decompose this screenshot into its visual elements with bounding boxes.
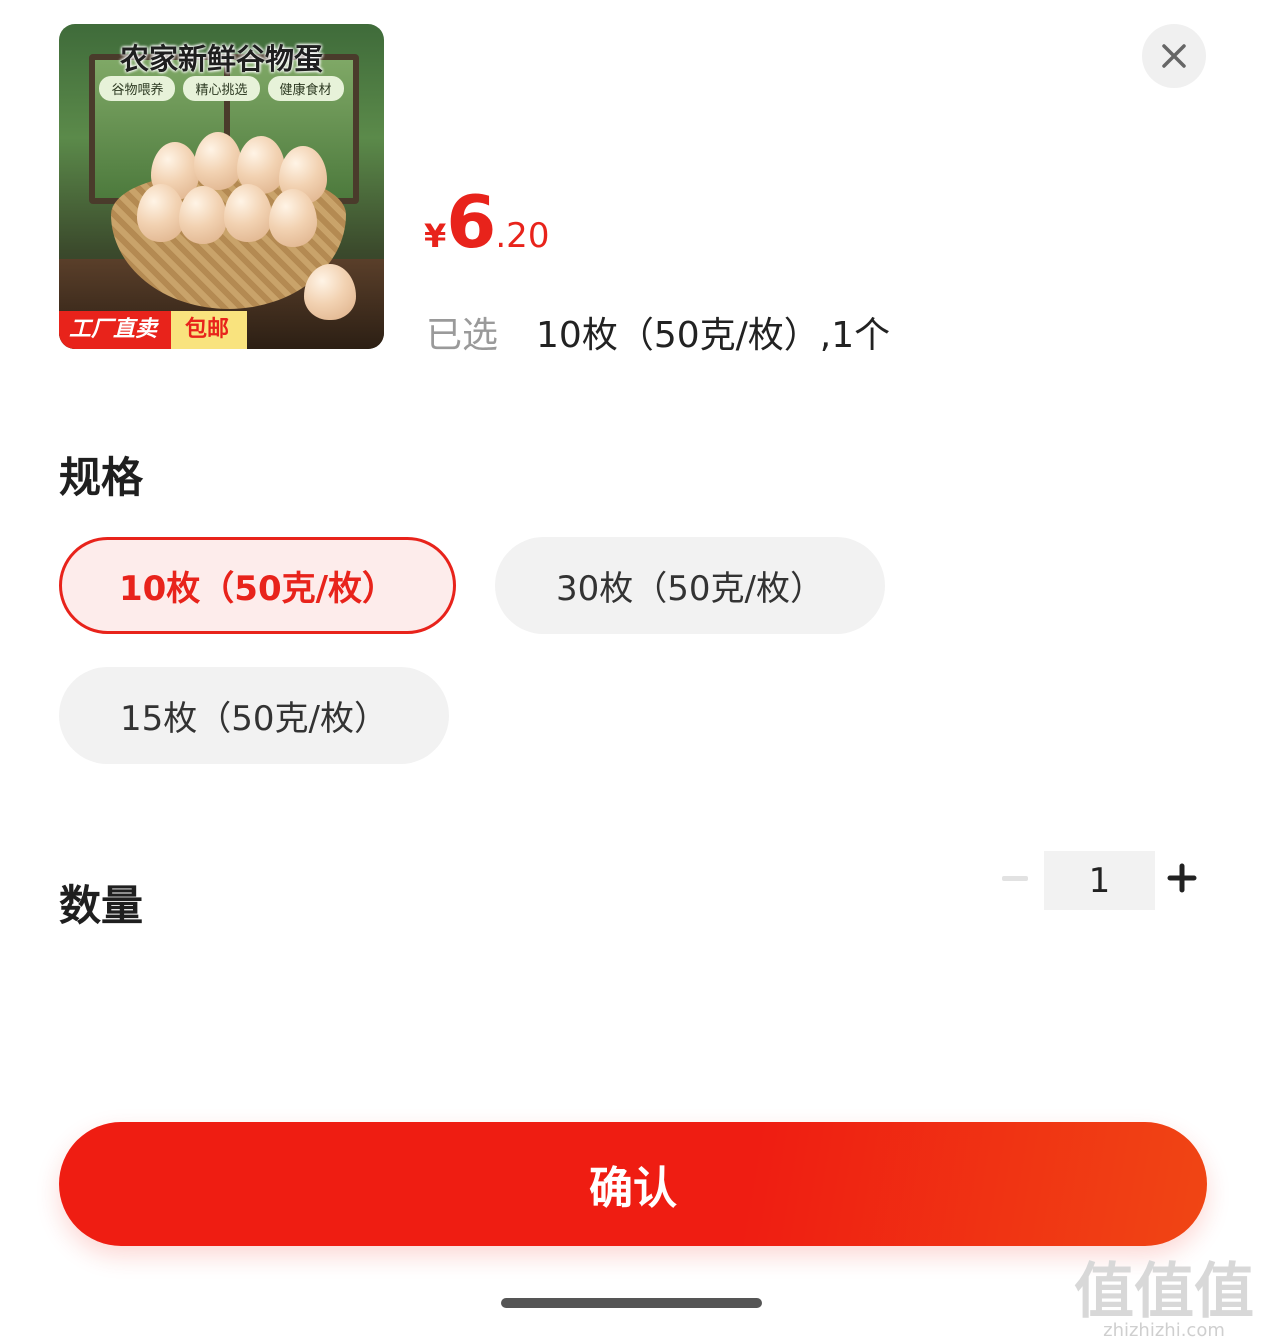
free-shipping-badge: 包邮 bbox=[171, 311, 248, 349]
price-currency: ¥ bbox=[424, 217, 447, 255]
egg-decor bbox=[269, 189, 317, 247]
factory-direct-badge: 工厂直卖 bbox=[59, 311, 172, 349]
image-tag: 谷物喂养 bbox=[99, 76, 176, 101]
spec-option-label: 30枚（50克/枚） bbox=[556, 569, 824, 609]
spec-option-30[interactable]: 30枚（50克/枚） bbox=[495, 537, 885, 634]
close-button[interactable] bbox=[1142, 24, 1206, 88]
image-tag: 健康食材 bbox=[267, 76, 344, 101]
quantity-increase-button[interactable] bbox=[1166, 862, 1198, 894]
spec-title: 规格 bbox=[59, 453, 144, 502]
close-icon bbox=[1162, 44, 1186, 68]
selected-summary: 已选 10枚（50克/枚）,1个 bbox=[426, 306, 890, 358]
watermark: 值值值 zhizhizhi.com bbox=[1074, 1262, 1254, 1340]
quantity-input[interactable]: 1 bbox=[1044, 851, 1155, 910]
plus-icon bbox=[1167, 863, 1197, 893]
image-tags: 谷物喂养 精心挑选 健康食材 bbox=[59, 76, 384, 101]
egg-decor bbox=[304, 264, 356, 320]
spec-option-15[interactable]: 15枚（50克/枚） bbox=[59, 667, 449, 764]
selected-label: 已选 bbox=[426, 315, 499, 356]
price-decimal: .20 bbox=[495, 216, 550, 256]
image-tag: 精心挑选 bbox=[183, 76, 260, 101]
home-indicator[interactable] bbox=[501, 1298, 762, 1308]
image-title: 农家新鲜谷物蛋 bbox=[119, 42, 323, 76]
minus-icon bbox=[1002, 875, 1028, 881]
spec-option-label: 15枚（50克/枚） bbox=[120, 699, 388, 739]
confirm-button[interactable]: 确认 bbox=[59, 1122, 1207, 1246]
egg-decor bbox=[137, 184, 185, 242]
egg-decor bbox=[224, 184, 272, 242]
price: ¥6.20 bbox=[424, 180, 549, 264]
product-image: 农家新鲜谷物蛋 谷物喂养 精心挑选 健康食材 工厂直卖 包邮 bbox=[59, 24, 384, 349]
image-badge: 工厂直卖 包邮 bbox=[59, 311, 248, 349]
quantity-decrease-button[interactable] bbox=[1000, 866, 1030, 890]
egg-decor bbox=[194, 132, 242, 190]
selected-value: 10枚（50克/枚）,1个 bbox=[536, 315, 891, 356]
watermark-logo: 值值值 bbox=[1074, 1257, 1254, 1327]
quantity-title: 数量 bbox=[59, 881, 144, 930]
price-integer: 6 bbox=[446, 180, 496, 264]
spec-option-label: 10枚（50克/枚） bbox=[118, 569, 397, 609]
spec-option-10[interactable]: 10枚（50克/枚） bbox=[59, 537, 456, 634]
egg-decor bbox=[179, 186, 227, 244]
